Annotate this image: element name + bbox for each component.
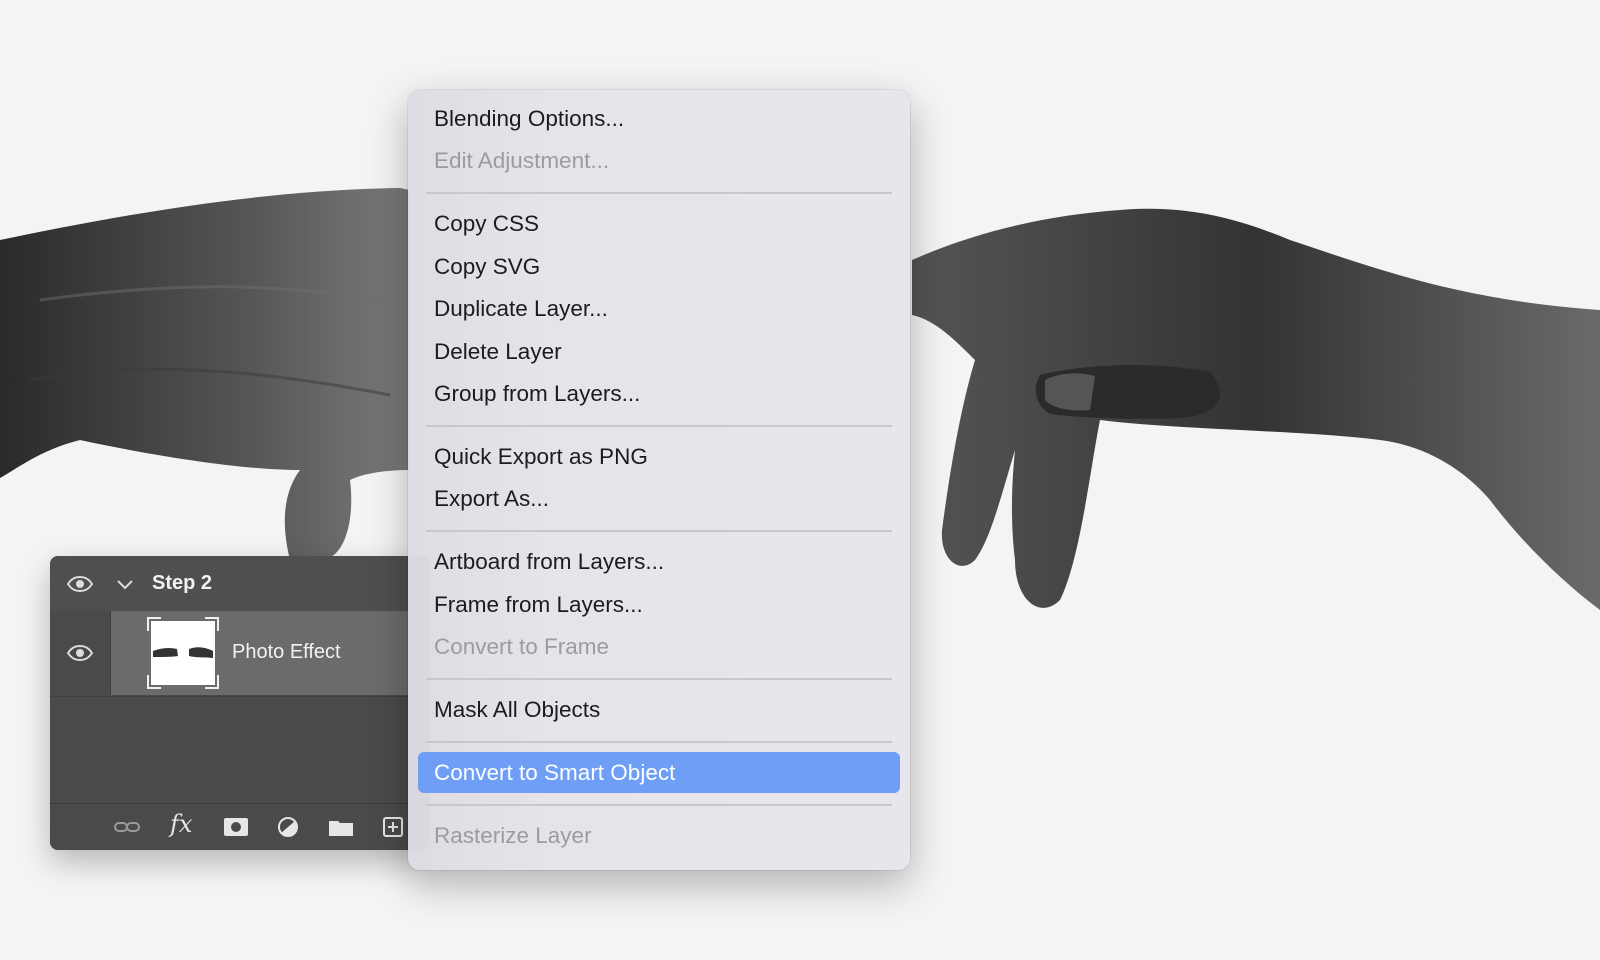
menu-item-blending-options[interactable]: Blending Options... [418,98,900,139]
menu-item-group-from-layers[interactable]: Group from Layers... [418,373,900,414]
menu-separator [426,530,892,533]
menu-separator [426,424,892,427]
menu-item-convert-to-smart-object[interactable]: Convert to Smart Object [418,752,900,794]
left-hand [0,188,410,560]
menu-item-artboard-from-layers[interactable]: Artboard from Layers... [418,541,900,582]
hands-thumbnail-icon [153,647,213,658]
right-hand [912,208,1600,610]
menu-item-copy-css[interactable]: Copy CSS [418,203,900,244]
visibility-column [50,611,111,695]
layers-panel: Step 2 Photo Effect fx [50,556,430,850]
menu-item-rasterize-layer: Rasterize Layer [434,823,592,849]
menu-item-duplicate-layer[interactable]: Duplicate Layer... [418,288,900,329]
menu-separator [426,677,892,680]
menu-item-edit-adjustment: Edit Adjustment... [434,148,610,174]
layers-empty-area [50,696,430,804]
fx-icon[interactable]: fx [170,810,192,838]
layer-name: Photo Effect [232,641,341,663]
menu-item-frame-from-layers[interactable]: Frame from Layers... [418,584,900,625]
menu-separator [426,803,892,806]
mask-icon[interactable] [222,816,250,838]
layers-toolbar: fx [50,803,430,850]
menu-item-delete-layer[interactable]: Delete Layer [418,331,900,372]
context-menu: Blending Options... Edit Adjustment... Cop… [408,90,910,870]
link-icon[interactable] [113,816,141,838]
visibility-eye-icon[interactable] [67,645,93,661]
menu-separator [426,740,892,743]
layer-group-row[interactable]: Step 2 [50,556,430,612]
new-layer-icon[interactable] [380,816,408,838]
layer-thumbnail [151,621,215,685]
menu-separator [426,192,892,195]
folder-icon[interactable] [327,816,355,838]
menu-item-mask-all-objects[interactable]: Mask All Objects [418,689,900,730]
chevron-down-icon[interactable] [116,575,134,593]
menu-item-copy-svg[interactable]: Copy SVG [418,246,900,287]
layer-group-name: Step 2 [152,572,213,594]
menu-item-quick-export-as-png[interactable]: Quick Export as PNG [418,436,900,477]
menu-item-convert-to-frame: Convert to Frame [434,634,610,660]
layer-row[interactable]: Photo Effect [50,611,430,695]
menu-item-export-as[interactable]: Export As... [418,478,900,519]
adjustment-icon[interactable] [275,816,303,838]
visibility-eye-icon[interactable] [67,576,93,592]
